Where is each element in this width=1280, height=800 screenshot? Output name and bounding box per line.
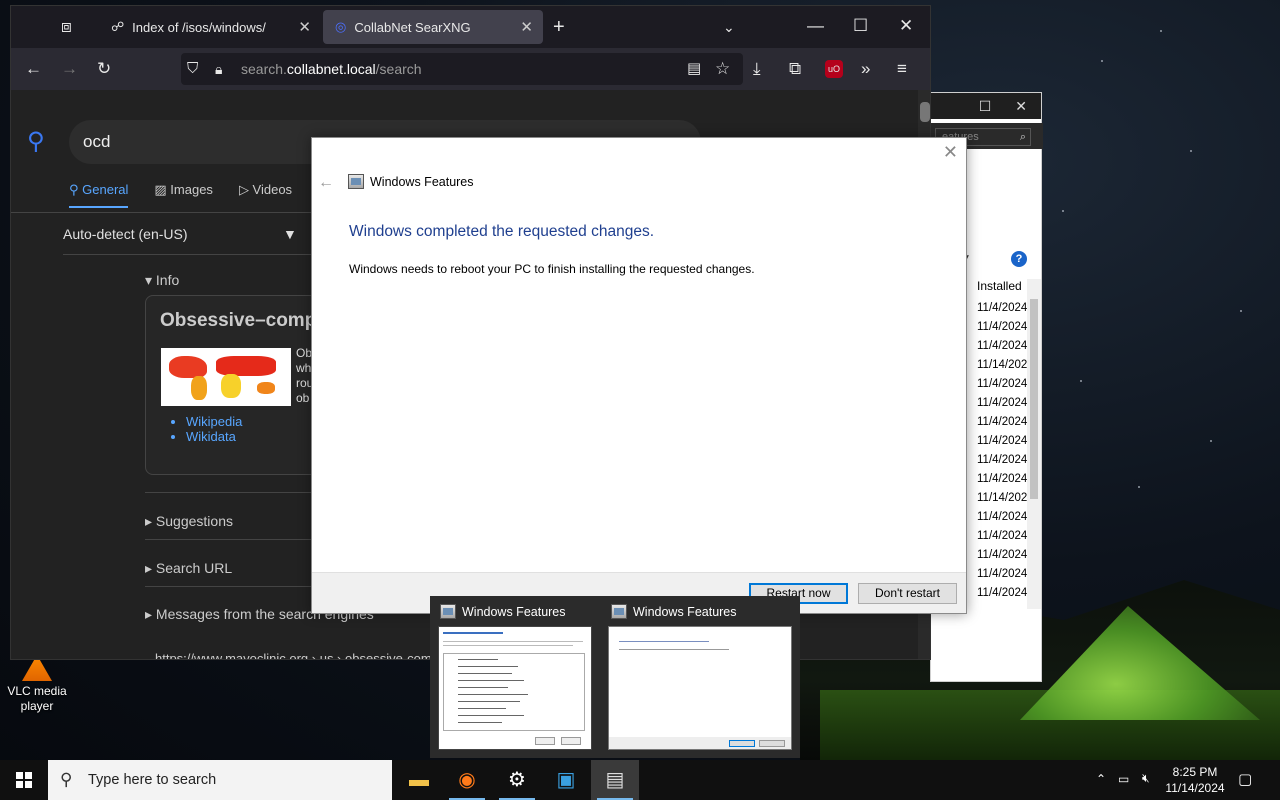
preview-thumbnail-features-list[interactable] — [438, 626, 592, 750]
settings-gear-icon[interactable]: ⚙ — [493, 760, 541, 800]
preview-label-right[interactable]: Windows Features — [611, 604, 737, 619]
forward-icon[interactable]: → — [61, 59, 78, 79]
world-map-image — [161, 348, 291, 406]
overflow-icon[interactable]: » — [861, 59, 870, 79]
preview-thumbnail-restart-dialog[interactable] — [608, 626, 792, 750]
tab-overview-icon[interactable]: ⧈ — [61, 17, 72, 37]
bookmark-star-icon[interactable]: ☆ — [715, 59, 730, 79]
searxng-icon: ◎ — [335, 19, 347, 34]
file-explorer-icon[interactable]: ▬ — [395, 760, 443, 800]
extensions-icon[interactable]: ⧉ — [789, 59, 801, 79]
preview-label-left[interactable]: Windows Features — [440, 604, 566, 619]
windows-features-icon — [611, 604, 627, 619]
close-icon[interactable]: ✕ — [899, 16, 913, 36]
volume-muted-icon[interactable]: 🔇︎ — [1142, 771, 1150, 786]
reader-view-icon[interactable]: ▤ — [687, 59, 701, 79]
help-icon[interactable]: ? — [1011, 251, 1027, 267]
dialog-message: Windows needs to reboot your PC to finis… — [349, 262, 755, 276]
taskbar-thumbnail-preview: Windows Features Windows Features — [430, 596, 800, 758]
info-toggle[interactable]: ▾ Info — [145, 272, 179, 289]
lock-icon[interactable]: 🔒︎ — [215, 59, 222, 79]
searxng-logo-icon[interactable]: ⚲ — [27, 130, 45, 154]
windows-features-icon — [440, 604, 456, 619]
windows-features-icon — [348, 174, 364, 189]
back-icon[interactable]: ← — [25, 59, 42, 79]
url-text: search.collabnet.local/search — [241, 61, 422, 77]
close-tab-icon[interactable]: ✕ — [520, 18, 533, 36]
ublock-icon[interactable]: uO — [825, 60, 843, 78]
dialog-title: Windows Features — [348, 174, 474, 189]
play-icon: ▷ — [238, 182, 253, 197]
close-icon[interactable]: ✕ — [943, 142, 958, 163]
back-arrow-icon[interactable]: ← — [318, 174, 334, 192]
tab-bar: ⧈ ☍ Index of /isos/windows/ ✕ ◎ CollabNe… — [11, 6, 930, 48]
list-tabs-icon[interactable]: ⌄ — [723, 17, 735, 37]
divider — [145, 539, 321, 540]
search-icon: ⚲ — [60, 770, 73, 789]
url-bar[interactable]: ⛉ 🔒︎ search.collabnet.local/search ▤ ☆ — [181, 53, 743, 85]
taskbar-search-box[interactable]: ⚲ Type here to search — [48, 760, 392, 800]
navigation-bar: ← → ↻ ⛉ 🔒︎ search.collabnet.local/search… — [11, 48, 930, 90]
tab-videos[interactable]: ▷ Videos — [239, 182, 292, 208]
windows-features-dialog: ✕ ← Windows Features Windows completed t… — [311, 137, 967, 614]
wikidata-link[interactable]: Wikidata — [186, 429, 242, 444]
menu-icon[interactable]: ≡ — [897, 59, 907, 79]
control-panel-icon[interactable]: ▣ — [542, 760, 590, 800]
show-hidden-icons-icon[interactable]: ⌃ — [1096, 772, 1106, 786]
search-url-toggle[interactable]: ▸ Search URL — [145, 560, 232, 577]
close-tab-icon[interactable]: ✕ — [298, 18, 311, 36]
search-icon: ⌕ — [1019, 131, 1026, 143]
desktop-icon-label: VLC media player — [7, 684, 67, 713]
explorer-titlebar: ☐ ✕ — [931, 93, 1041, 119]
column-header-installed[interactable]: Installed — [977, 279, 1022, 293]
shield-icon[interactable]: ⛉ — [187, 59, 198, 79]
tab-images[interactable]: ▨ Images — [154, 182, 213, 208]
image-icon: ▨ — [154, 182, 171, 197]
new-tab-icon[interactable]: + — [553, 17, 565, 37]
suggestions-toggle[interactable]: ▸ Suggestions — [145, 513, 233, 530]
windows-features-taskbar-icon[interactable]: ▤ — [591, 760, 639, 800]
search-icon: ⚲ — [69, 182, 83, 197]
firefox-icon[interactable]: ◉ — [443, 760, 491, 800]
windows-logo-icon — [16, 772, 32, 788]
dont-restart-button[interactable]: Don't restart — [858, 583, 957, 604]
divider — [145, 492, 321, 493]
infobox-links: Wikipedia Wikidata — [186, 414, 242, 444]
close-icon[interactable]: ✕ — [1015, 98, 1027, 115]
desktop-icon-vlc[interactable]: VLC media player — [4, 655, 70, 714]
tab-general[interactable]: ⚲ General — [69, 182, 129, 208]
dialog-heading: Windows completed the requested changes. — [349, 223, 655, 240]
minimize-icon[interactable]: — — [807, 16, 824, 36]
downloads-icon[interactable]: ⤓ — [753, 59, 761, 79]
network-icon[interactable]: ▭ — [1118, 772, 1129, 786]
divider — [11, 212, 321, 213]
notifications-icon[interactable]: ▢ — [1238, 770, 1252, 788]
language-select[interactable]: Auto-detect (en-US) ▼ — [63, 226, 297, 242]
page-icon: ☍ — [111, 19, 125, 34]
start-button[interactable] — [0, 760, 48, 800]
system-clock[interactable]: 8:25 PM 11/14/2024 — [1162, 764, 1228, 796]
taskbar: ⚲ Type here to search ▬ ◉ ⚙ ▣ ▤ ⌃ ▭ 🔇︎ 8… — [0, 760, 1280, 800]
maximize-icon[interactable]: ☐ — [853, 16, 868, 36]
maximize-icon[interactable]: ☐ — [979, 98, 992, 115]
dropdown-arrow-icon: ▼ — [283, 226, 297, 242]
reload-icon[interactable]: ↻ — [97, 59, 111, 79]
divider — [145, 586, 321, 587]
category-tabs: ⚲ General ▨ Images ▷ Videos — [69, 182, 292, 208]
wikipedia-link[interactable]: Wikipedia — [186, 414, 242, 429]
tab-index-isos[interactable]: ☍ Index of /isos/windows/ ✕ — [99, 10, 321, 44]
tab-searxng[interactable]: ◎ CollabNet SearXNG ✕ — [323, 10, 543, 44]
explorer-scrollbar[interactable] — [1027, 279, 1041, 609]
divider — [63, 254, 321, 255]
